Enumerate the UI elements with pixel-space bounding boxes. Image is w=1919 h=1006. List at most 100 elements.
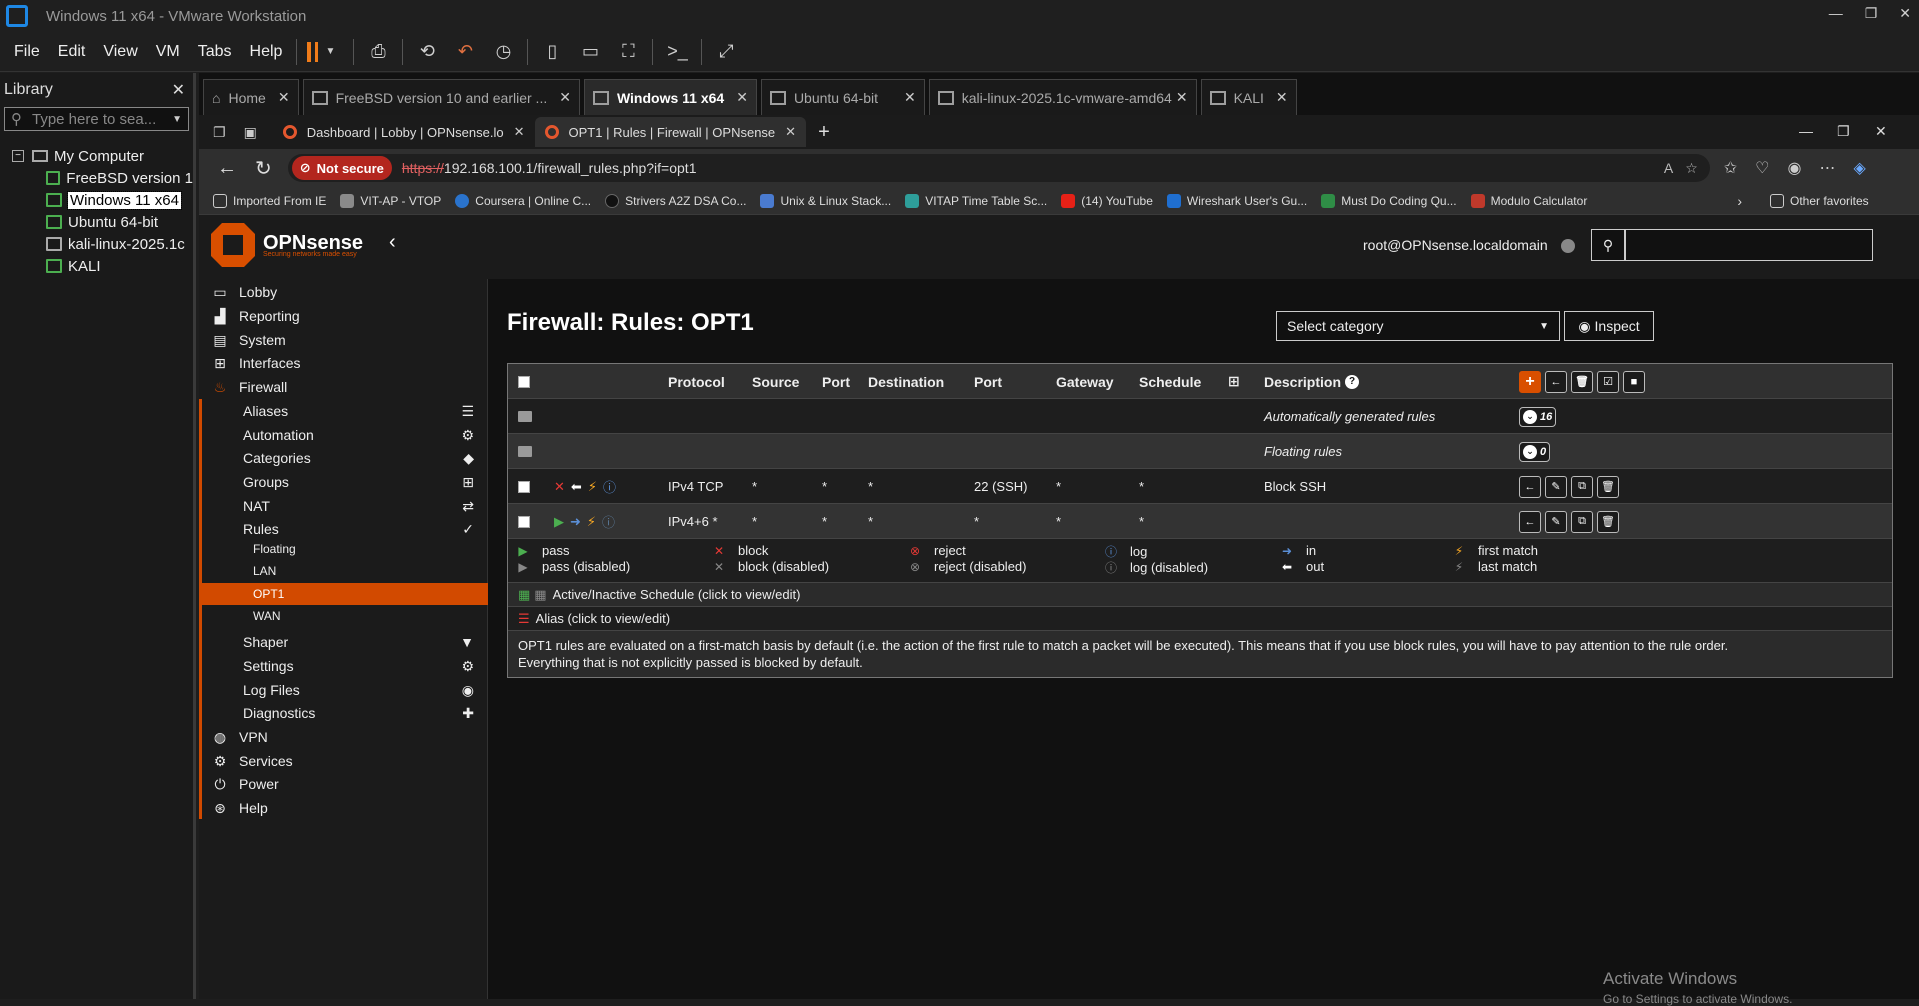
menu-vm[interactable]: VM bbox=[156, 43, 180, 61]
browser-minimize-icon[interactable]: — bbox=[1799, 123, 1813, 139]
copilot-icon[interactable]: ◈ bbox=[1853, 158, 1865, 178]
tree-my-computer[interactable]: − My Computer bbox=[0, 145, 193, 167]
menu-help[interactable]: Help bbox=[250, 43, 283, 61]
chevron-right-icon[interactable]: › bbox=[1737, 193, 1742, 209]
table-row-auto-rules[interactable]: Automatically generated rules ⌄ 16 bbox=[508, 399, 1892, 434]
sidebar-item-vpn[interactable]: ◍ VPN bbox=[199, 724, 488, 750]
col-source-port[interactable]: Port bbox=[822, 364, 850, 399]
sidebar-item-opt1[interactable]: OPT1 bbox=[199, 583, 488, 605]
menu-file[interactable]: File bbox=[14, 43, 40, 61]
tree-item-kali-linux[interactable]: kali-linux-2025.1c bbox=[0, 233, 193, 255]
close-icon[interactable]: ✕ bbox=[1899, 5, 1911, 22]
tree-item-kali[interactable]: KALI bbox=[0, 255, 193, 277]
bookmark-link[interactable]: Modulo Calculator bbox=[1470, 193, 1587, 208]
close-icon[interactable]: ✕ bbox=[278, 89, 290, 106]
read-aloud-icon[interactable]: A bbox=[1664, 160, 1673, 176]
disable-selected-button[interactable]: ■ bbox=[1623, 370, 1645, 393]
favorite-star-icon[interactable]: ☆ bbox=[1685, 160, 1698, 177]
sidebar-item-power[interactable]: ⏻ Power bbox=[199, 771, 488, 797]
move-before-button[interactable]: ← bbox=[1519, 510, 1541, 533]
pass-icon[interactable]: ▶ bbox=[554, 514, 564, 530]
sidebar-item-aliases[interactable]: Aliases ☰ bbox=[199, 398, 488, 424]
bookmark-folder[interactable]: Imported From IE bbox=[213, 193, 326, 208]
url-field[interactable]: ⊘ Not secure https://192.168.100.1/firewa… bbox=[287, 154, 1710, 182]
table-row-floating-rules[interactable]: Floating rules ⌄ 0 bbox=[508, 434, 1892, 469]
fullscreen-icon[interactable]: ⤢ bbox=[712, 39, 740, 65]
sidebar-item-lan[interactable]: LAN bbox=[199, 560, 488, 582]
sidebar-item-shaper[interactable]: Shaper ▼ bbox=[199, 629, 488, 655]
delete-rule-button[interactable]: 🗑 bbox=[1597, 475, 1619, 498]
close-icon[interactable]: ✕ bbox=[736, 89, 748, 106]
favorites-icon[interactable]: ✩ bbox=[1724, 158, 1737, 178]
search-button[interactable]: ⚲ bbox=[1591, 229, 1625, 261]
tree-item-windows11[interactable]: Windows 11 x64 bbox=[0, 189, 193, 211]
enable-selected-button[interactable]: ☑ bbox=[1597, 370, 1619, 393]
category-select[interactable]: Select category ▼ bbox=[1276, 311, 1560, 341]
tab-actions-icon[interactable]: ▣ bbox=[244, 124, 257, 141]
vm-tab-home[interactable]: ⌂ Home ✕ bbox=[203, 79, 299, 115]
col-description[interactable]: Description? bbox=[1264, 364, 1360, 399]
sidebar-item-firewall[interactable]: ♨ Firewall bbox=[199, 374, 488, 400]
sidebar-item-settings[interactable]: Settings ⚙ bbox=[199, 653, 488, 679]
move-before-button[interactable]: ← bbox=[1519, 475, 1541, 498]
log-icon[interactable]: ⓘ bbox=[603, 477, 616, 496]
send-ctrl-alt-del-icon[interactable]: ⎙ bbox=[364, 39, 392, 65]
col-protocol[interactable]: Protocol bbox=[668, 364, 725, 399]
col-destination[interactable]: Destination bbox=[868, 364, 944, 399]
chevron-down-icon[interactable]: ▼ bbox=[172, 114, 182, 125]
sidebar-item-wan[interactable]: WAN bbox=[199, 605, 488, 627]
collapse-sidebar-icon[interactable]: ‹ bbox=[389, 231, 396, 254]
bookmark-link[interactable]: Unix & Linux Stack... bbox=[760, 193, 891, 208]
vm-tab-kali-linux[interactable]: kali-linux-2025.1c-vmware-amd64 ✕ bbox=[928, 79, 1197, 115]
browser-essentials-icon[interactable]: ♡ bbox=[1755, 158, 1769, 178]
search-input[interactable] bbox=[1625, 229, 1873, 261]
sidebar-item-categories[interactable]: Categories ◆ bbox=[199, 445, 488, 471]
delete-selected-button[interactable]: 🗑 bbox=[1571, 370, 1593, 393]
refresh-icon[interactable]: ↻ bbox=[255, 156, 272, 181]
collapse-icon[interactable]: − bbox=[12, 150, 24, 162]
close-icon[interactable]: ✕ bbox=[1176, 89, 1188, 106]
move-selected-button[interactable]: ← bbox=[1545, 370, 1567, 393]
edit-rule-button[interactable]: ✎ bbox=[1545, 475, 1567, 498]
tree-item-ubuntu[interactable]: Ubuntu 64-bit bbox=[0, 211, 193, 233]
menu-edit[interactable]: Edit bbox=[58, 43, 86, 61]
col-source[interactable]: Source bbox=[752, 364, 799, 399]
bookmark-link[interactable]: Must Do Coding Qu... bbox=[1321, 193, 1457, 208]
help-icon[interactable]: ? bbox=[1345, 374, 1360, 389]
library-search-input[interactable]: ⚲ Type here to sea... ▼ bbox=[4, 107, 189, 131]
bookmark-link[interactable]: Wireshark User's Gu... bbox=[1166, 193, 1307, 208]
browser-close-icon[interactable]: ✕ bbox=[1875, 123, 1887, 140]
snapshot-manager-icon[interactable]: ◷ bbox=[489, 39, 517, 65]
col-schedule[interactable]: Schedule bbox=[1139, 364, 1201, 399]
delete-rule-button[interactable]: 🗑 bbox=[1597, 510, 1619, 533]
edit-rule-button[interactable]: ✎ bbox=[1545, 510, 1567, 533]
select-all-checkbox[interactable] bbox=[518, 375, 530, 388]
bookmark-link[interactable]: Strivers A2Z DSA Co... bbox=[605, 193, 746, 208]
sidebar-item-diagnostics[interactable]: Diagnostics ✚ bbox=[199, 700, 488, 726]
sidebar-item-groups[interactable]: Groups ⊞ bbox=[199, 469, 488, 495]
inspect-button[interactable]: ◉ Inspect bbox=[1564, 311, 1654, 341]
restore-icon[interactable]: ❐ bbox=[1865, 5, 1878, 22]
vm-tab-ubuntu[interactable]: Ubuntu 64-bit ✕ bbox=[760, 79, 925, 115]
close-icon[interactable]: ✕ bbox=[1276, 89, 1288, 106]
console-view-icon[interactable]: >_ bbox=[663, 39, 691, 65]
floating-rules-toggle[interactable]: ⌄ 0 bbox=[1519, 441, 1551, 462]
row-checkbox[interactable] bbox=[518, 515, 530, 528]
more-options-icon[interactable]: ⋯ bbox=[1819, 158, 1835, 178]
revert-snapshot-icon[interactable]: ↶ bbox=[451, 39, 479, 65]
other-favorites[interactable]: Other favorites bbox=[1769, 193, 1869, 208]
close-icon[interactable]: ✕ bbox=[514, 124, 525, 140]
row-checkbox[interactable] bbox=[518, 480, 530, 493]
col-dest-port[interactable]: Port bbox=[974, 364, 1002, 399]
browser-tab-dashboard[interactable]: Dashboard | Lobby | OPNsense.lo ✕ bbox=[273, 117, 535, 147]
block-icon[interactable]: ✕ bbox=[554, 479, 565, 495]
new-tab-icon[interactable]: + bbox=[818, 121, 830, 144]
menu-tabs[interactable]: Tabs bbox=[198, 43, 232, 61]
bookmark-link[interactable]: VIT-AP - VTOP bbox=[340, 193, 441, 208]
opnsense-logo[interactable]: OPNsense Securing networks made easy bbox=[211, 223, 363, 267]
profile-icon[interactable]: ◉ bbox=[1788, 158, 1802, 178]
close-icon[interactable]: ✕ bbox=[904, 89, 916, 106]
sidebar-item-interfaces[interactable]: ⊞ Interfaces bbox=[199, 350, 488, 376]
tree-item-freebsd[interactable]: FreeBSD version 1 bbox=[0, 167, 193, 189]
thumbnail-bar-icon[interactable]: ▭ bbox=[576, 39, 604, 65]
